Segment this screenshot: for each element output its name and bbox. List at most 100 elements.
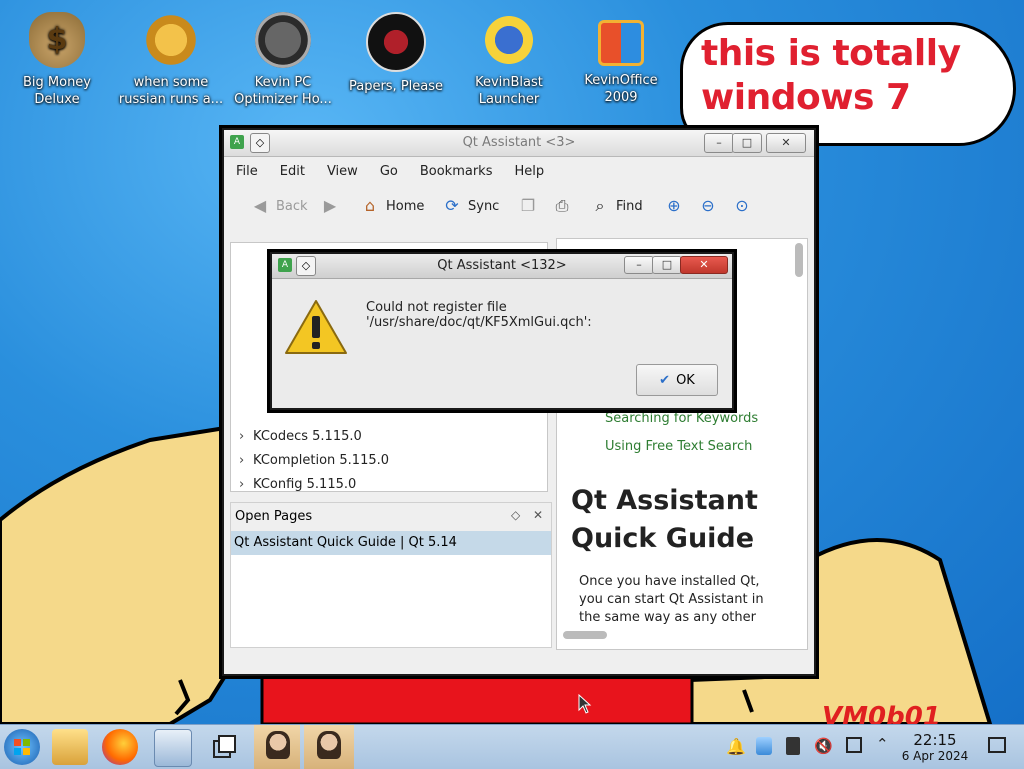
- tree-item-label: KCompletion 5.115.0: [253, 453, 390, 468]
- sync-icon: ⟳: [445, 196, 459, 215]
- close-button[interactable]: ✕: [766, 133, 806, 153]
- desktop-icon-kevinblast[interactable]: KevinBlast Launcher: [454, 4, 564, 108]
- minimize-button[interactable]: –: [704, 133, 734, 153]
- forward-arrow-icon: ▶: [323, 196, 337, 215]
- desktop-icon-label: Papers, Please: [348, 79, 444, 94]
- taskbar: 🔔 🔇 ⌃ 22:15 6 Apr 2024: [0, 724, 1024, 769]
- volume-muted-icon[interactable]: 🔇: [814, 737, 833, 755]
- menu-view[interactable]: View: [315, 157, 368, 179]
- task-switcher-icon[interactable]: [206, 729, 242, 765]
- vertical-scrollbar-thumb[interactable]: [795, 243, 803, 277]
- menu-bookmarks[interactable]: Bookmarks: [408, 157, 503, 179]
- maximize-button[interactable]: □: [732, 133, 762, 153]
- expand-arrow-icon: ›: [239, 453, 245, 468]
- desktop-icon-big-money[interactable]: $ Big Money Deluxe: [2, 4, 112, 108]
- home-button[interactable]: ⌂ Home: [360, 195, 424, 217]
- zoom-in-button[interactable]: ⊕: [664, 195, 690, 217]
- open-pages-title: Open Pages: [235, 509, 313, 524]
- desktop-icon-label: Big Money Deluxe: [22, 75, 91, 107]
- find-label: Find: [616, 198, 643, 214]
- tree-item[interactable]: › KConfig 5.115.0: [239, 477, 356, 492]
- network-icon[interactable]: [756, 737, 772, 755]
- link-searching-keywords[interactable]: Searching for Keywords: [605, 411, 758, 426]
- back-label: Back: [276, 198, 308, 214]
- mouse-cursor-icon: [578, 694, 592, 714]
- zoom-in-icon: ⊕: [667, 196, 681, 215]
- tray-expand-icon[interactable]: ⌃: [876, 735, 889, 753]
- tree-item-label: KCodecs 5.115.0: [253, 429, 362, 444]
- dialog-close-button[interactable]: ✕: [680, 256, 728, 274]
- print-button[interactable]: ⎙: [552, 195, 578, 217]
- float-dock-icon[interactable]: ◇: [511, 508, 520, 522]
- starburst-disc-icon: [481, 12, 537, 68]
- warning-icon: [285, 300, 347, 354]
- desktop-icon-russian[interactable]: when some russian runs a...: [116, 4, 226, 108]
- menu-file[interactable]: File: [224, 157, 268, 179]
- forward-button[interactable]: ▶: [320, 195, 346, 217]
- speedometer-icon: [255, 12, 311, 68]
- menu-help[interactable]: Help: [502, 157, 554, 179]
- clock-time[interactable]: 22:15: [900, 731, 970, 749]
- window-titlebar[interactable]: A ◇ Qt Assistant <3> – □ ✕: [224, 130, 814, 157]
- find-button[interactable]: ⌕ Find: [590, 195, 643, 217]
- notifications-bell-icon[interactable]: 🔔: [726, 737, 746, 756]
- tree-item-label: KConfig 5.115.0: [253, 477, 357, 492]
- sync-label: Sync: [468, 198, 500, 214]
- file-manager-icon[interactable]: [52, 729, 88, 765]
- settings-monitor-icon[interactable]: [154, 729, 192, 767]
- tree-item[interactable]: › KCompletion 5.115.0: [239, 453, 389, 468]
- copy-button[interactable]: ❐: [518, 195, 544, 217]
- taskbar-window-qt-assistant-2[interactable]: [304, 725, 354, 769]
- ok-label: OK: [676, 372, 695, 388]
- link-free-text-search[interactable]: Using Free Text Search: [605, 439, 752, 454]
- kevin-avatar-icon: [317, 731, 341, 759]
- watermark: VM0b01: [822, 702, 941, 724]
- dialog-minimize-button[interactable]: –: [624, 256, 654, 274]
- home-label: Home: [386, 198, 425, 214]
- kevin-avatar-icon: [266, 731, 290, 759]
- ok-button[interactable]: ✔ OK: [636, 364, 718, 396]
- show-desktop-icon[interactable]: [988, 737, 1006, 753]
- expand-arrow-icon: ›: [239, 477, 245, 492]
- gear-icon: [143, 12, 199, 68]
- menu-bar: File Edit View Go Bookmarks Help: [224, 157, 814, 185]
- firefox-icon[interactable]: [102, 729, 138, 765]
- taskbar-window-qt-assistant[interactable]: [254, 725, 300, 769]
- printer-icon: ⎙: [555, 196, 569, 215]
- desktop-icon-kevin-optimizer[interactable]: Kevin PC Optimizer Ho...: [228, 4, 338, 108]
- zoom-out-button[interactable]: ⊖: [698, 195, 724, 217]
- desktop-icon-kevinoffice[interactable]: KevinOffice 2009: [566, 4, 676, 106]
- horizontal-scrollbar-thumb[interactable]: [563, 631, 607, 639]
- clock-date[interactable]: 6 Apr 2024: [896, 749, 974, 763]
- close-dock-icon[interactable]: ✕: [533, 508, 543, 522]
- dialog-titlebar[interactable]: A ◇ Qt Assistant <132> – □ ✕: [272, 254, 732, 279]
- zoom-reset-icon: ⊙: [735, 196, 749, 215]
- home-icon: ⌂: [364, 196, 376, 215]
- input-method-icon[interactable]: [846, 737, 862, 753]
- menu-edit[interactable]: Edit: [268, 157, 315, 179]
- back-button[interactable]: ◀ Back: [250, 195, 308, 217]
- checkmark-icon: ✔: [659, 372, 671, 388]
- clipboard-icon[interactable]: [786, 737, 800, 755]
- zoom-reset-button[interactable]: ⊙: [732, 195, 758, 217]
- expand-arrow-icon: ›: [239, 429, 245, 444]
- menu-go[interactable]: Go: [368, 157, 408, 179]
- desktop-icon-label: KevinBlast Launcher: [475, 75, 543, 107]
- error-dialog: A ◇ Qt Assistant <132> – □ ✕ Could not r…: [270, 252, 734, 410]
- dialog-maximize-button[interactable]: □: [652, 256, 682, 274]
- copy-icon: ❐: [520, 196, 536, 215]
- tree-item[interactable]: › KCodecs 5.115.0: [239, 429, 362, 444]
- start-button[interactable]: [4, 729, 40, 765]
- open-page-item[interactable]: Qt Assistant Quick Guide | Qt 5.14: [231, 531, 551, 555]
- desktop-icon-label: when some russian runs a...: [118, 75, 224, 107]
- sync-button[interactable]: ⟳ Sync: [442, 195, 499, 217]
- windows-logo-icon: [14, 739, 30, 755]
- zoom-out-icon: ⊖: [701, 196, 715, 215]
- desktop-icon-label: KevinOffice 2009: [584, 73, 658, 105]
- desktop-icon-papers-please[interactable]: Papers, Please: [341, 4, 451, 95]
- open-pages-panel: Open Pages ◇ ✕ Qt Assistant Quick Guide …: [230, 502, 552, 648]
- desktop-icon-label: Kevin PC Optimizer Ho...: [234, 75, 332, 107]
- toolbar: ◀ Back ▶ ⌂ Home ⟳ Sync ❐ ⎙ ⌕ Find ⊕ ⊖ ⊙: [224, 185, 814, 225]
- papers-please-icon: [366, 12, 426, 72]
- content-body: Once you have installed Qt, you can star…: [579, 574, 764, 625]
